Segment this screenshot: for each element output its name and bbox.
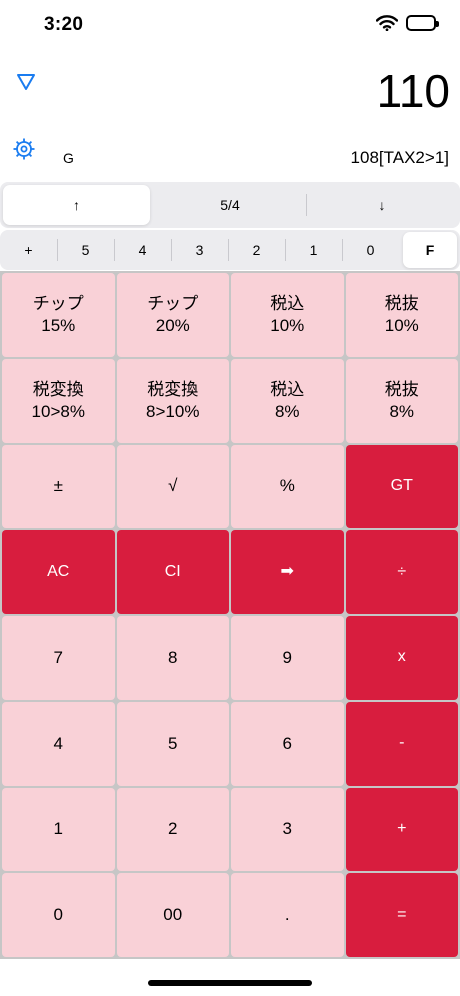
nav-segmented-control: ↑ 5/4 ↓ xyxy=(0,182,460,228)
key-sublabel: 8>10% xyxy=(146,401,200,421)
home-indicator[interactable] xyxy=(148,980,312,986)
nav-page-indicator[interactable]: 5/4 xyxy=(154,185,306,225)
decimal-segmented-control: + 5 4 3 2 1 0 F xyxy=(0,230,460,270)
decimal-option-5[interactable]: 5 xyxy=(57,232,114,268)
key-label: チップ xyxy=(147,293,199,313)
calculator-screen: 3:20 110 G 108[TAX2>1] ↑ 5/4 ↓ + 5 4 3 2… xyxy=(0,0,460,996)
digit-6-key[interactable]: 6 xyxy=(231,701,344,786)
clear-input-key[interactable]: CI xyxy=(116,530,229,614)
key-sublabel: 10% xyxy=(384,315,419,335)
nav-down-button[interactable]: ↓ xyxy=(307,185,457,225)
key-label: 税込 xyxy=(270,293,305,313)
tax-incl-10-key[interactable]: 税込 10% xyxy=(231,273,344,357)
decimal-option-1[interactable]: 1 xyxy=(285,232,342,268)
decimal-point-key[interactable]: . xyxy=(231,873,344,957)
subtract-key[interactable]: - xyxy=(345,701,458,786)
percent-key[interactable]: % xyxy=(231,444,344,529)
tax-incl-8-key[interactable]: 税込 8% xyxy=(231,358,344,443)
multiply-key[interactable]: x xyxy=(345,616,458,700)
digit-3-key[interactable]: 3 xyxy=(231,787,344,872)
key-sublabel: 8% xyxy=(389,401,415,421)
status-time: 3:20 xyxy=(44,14,84,35)
divide-key[interactable]: ÷ xyxy=(345,530,458,614)
decimal-option-2[interactable]: 2 xyxy=(228,232,285,268)
tax-excl-10-key[interactable]: 税抜 10% xyxy=(345,273,458,357)
key-label: 税抜 xyxy=(384,379,419,399)
status-icons xyxy=(376,15,439,31)
digit-0-key[interactable]: 0 xyxy=(2,873,115,957)
keypad: チップ 15% チップ 20% 税込 10% 税抜 10% 税変換 10>8% 税変換 8>… xyxy=(0,271,460,959)
plus-minus-key[interactable]: ± xyxy=(2,444,115,529)
wifi-icon xyxy=(376,15,398,31)
key-label: チップ xyxy=(32,293,84,313)
key-sublabel: 10>8% xyxy=(31,401,85,421)
triangle-down-icon[interactable] xyxy=(16,72,36,92)
digit-5-key[interactable]: 5 xyxy=(116,701,229,786)
tax-convert-8-10-key[interactable]: 税変換 8>10% xyxy=(116,358,229,443)
decimal-option-0[interactable]: 0 xyxy=(342,232,399,268)
digit-2-key[interactable]: 2 xyxy=(116,787,229,872)
equals-key[interactable]: = xyxy=(345,873,458,957)
nav-up-button[interactable]: ↑ xyxy=(3,185,150,225)
mode-label: G xyxy=(63,150,74,166)
key-sublabel: 10% xyxy=(270,315,305,335)
decimal-option-4[interactable]: 4 xyxy=(114,232,171,268)
gear-icon[interactable] xyxy=(12,137,36,161)
backspace-arrow-key[interactable]: ➡ xyxy=(231,530,344,614)
key-label: 税変換 xyxy=(147,379,199,399)
key-label: 税込 xyxy=(270,379,305,399)
double-zero-key[interactable]: 00 xyxy=(116,873,229,957)
decimal-option-3[interactable]: 3 xyxy=(171,232,228,268)
square-root-key[interactable]: √ xyxy=(116,444,229,529)
key-sublabel: 15% xyxy=(41,315,76,335)
tip-15-key[interactable]: チップ 15% xyxy=(2,273,115,357)
digit-9-key[interactable]: 9 xyxy=(231,616,344,700)
digit-7-key[interactable]: 7 xyxy=(2,616,115,700)
expression-display: 108[TAX2>1] xyxy=(350,148,449,167)
tip-20-key[interactable]: チップ 20% xyxy=(116,273,229,357)
all-clear-key[interactable]: AC xyxy=(2,530,115,614)
status-bar: 3:20 xyxy=(0,0,460,50)
digit-8-key[interactable]: 8 xyxy=(116,616,229,700)
tax-convert-10-8-key[interactable]: 税変換 10>8% xyxy=(2,358,115,443)
digit-4-key[interactable]: 4 xyxy=(2,701,115,786)
battery-icon xyxy=(406,15,439,31)
add-key[interactable]: + xyxy=(345,787,458,872)
decimal-option-float[interactable]: F xyxy=(403,232,457,268)
key-sublabel: 20% xyxy=(155,315,190,335)
digit-1-key[interactable]: 1 xyxy=(2,787,115,872)
key-label: 税抜 xyxy=(384,293,419,313)
grand-total-key[interactable]: GT xyxy=(345,444,458,529)
key-label: 税変換 xyxy=(32,379,84,399)
key-sublabel: 8% xyxy=(274,401,300,421)
main-display: 110 xyxy=(376,65,450,117)
tax-excl-8-key[interactable]: 税抜 8% xyxy=(345,358,458,443)
decimal-option-add-mode[interactable]: + xyxy=(0,232,57,268)
